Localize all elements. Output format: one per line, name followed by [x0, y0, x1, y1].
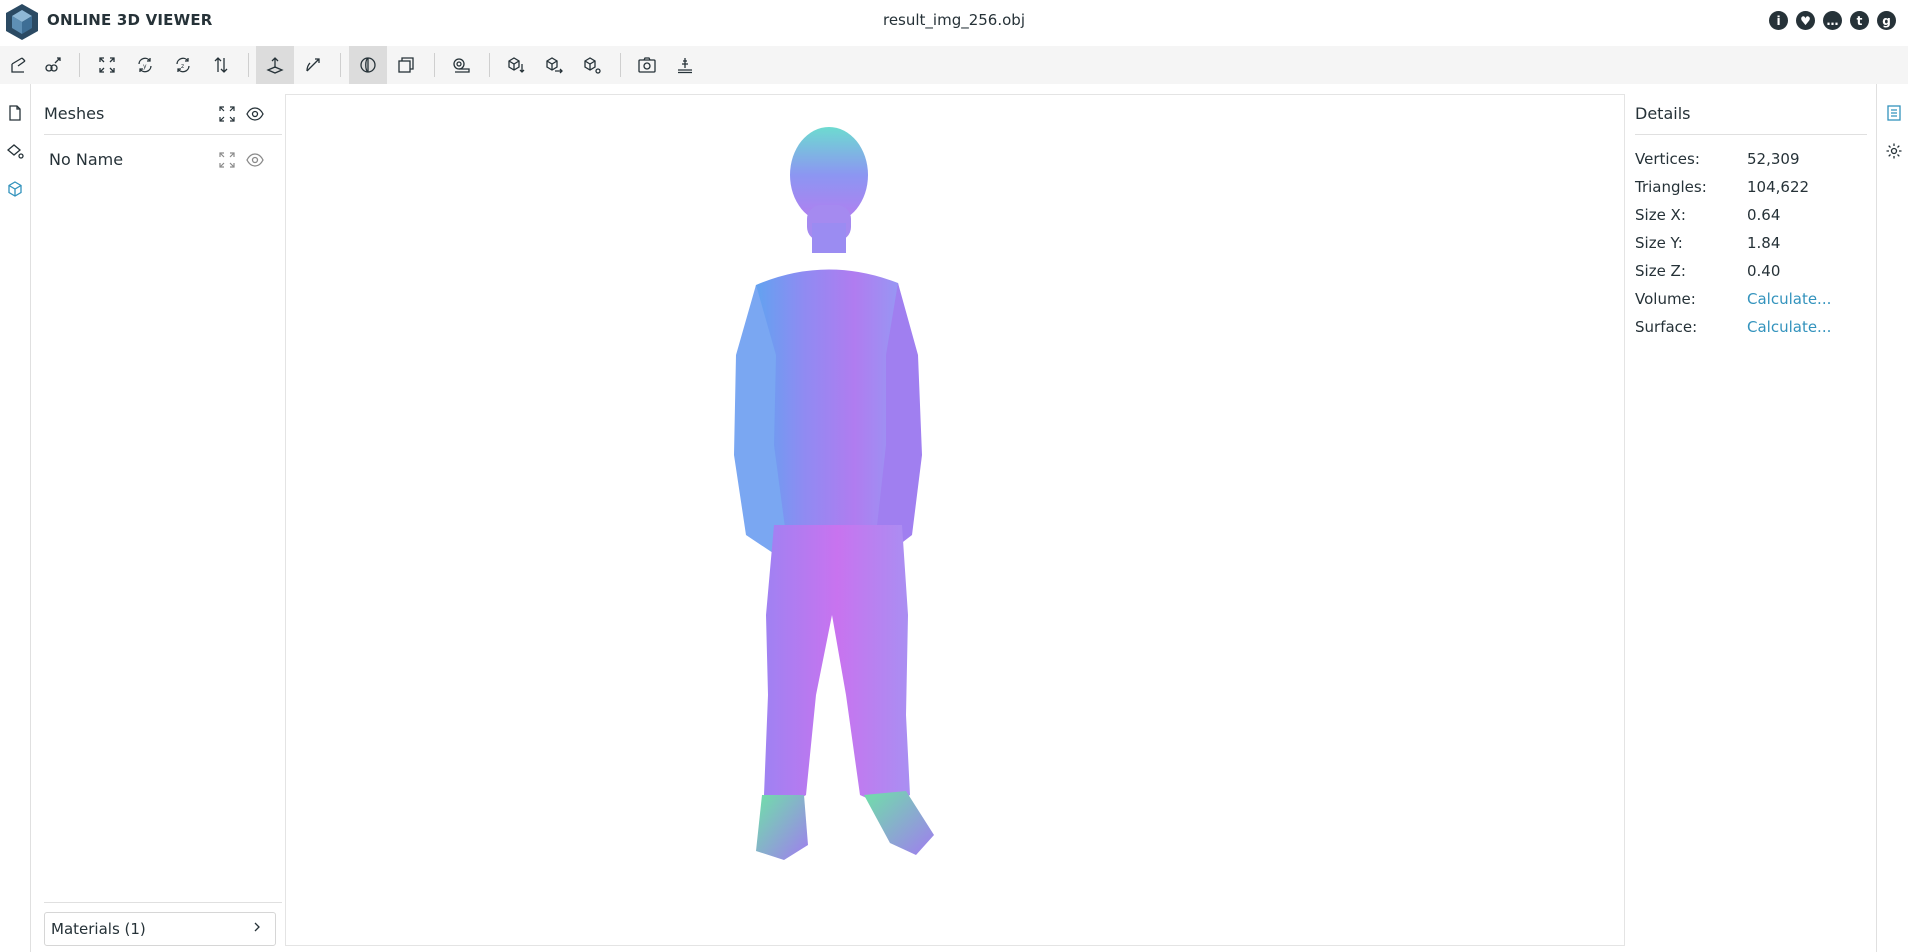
toggle-all-visibility-button[interactable] — [245, 104, 265, 124]
svg-text:z: z — [181, 63, 184, 70]
meshes-panel: Meshes No Name Materials (1) — [30, 84, 284, 952]
fit-meshes-button[interactable] — [217, 104, 237, 124]
export-icon — [546, 57, 563, 74]
detail-key: Size Z: — [1635, 262, 1686, 280]
rotate-z-button[interactable]: z — [164, 46, 202, 84]
measure-icon — [453, 58, 470, 73]
files-icon — [9, 105, 21, 121]
app-logo[interactable] — [4, 2, 40, 40]
eye-icon — [246, 153, 264, 167]
open-url-button[interactable] — [34, 46, 72, 84]
download-icon — [508, 57, 525, 73]
detail-value: 52,309 — [1747, 150, 1800, 168]
meshes-nav-button[interactable] — [4, 178, 26, 200]
measure-ruler-button[interactable] — [666, 46, 704, 84]
rotate-y-icon: y — [138, 57, 152, 73]
meshes-panel-title: Meshes — [44, 104, 105, 123]
orthographic-camera-button[interactable] — [387, 46, 425, 84]
fixed-up-vector-icon — [266, 57, 284, 74]
detail-key: Vertices: — [1635, 150, 1700, 168]
settings-icon — [1886, 143, 1902, 159]
open-file-button[interactable] — [0, 46, 38, 84]
mesh-name: No Name — [49, 150, 124, 169]
share-icon — [584, 57, 601, 74]
snapshot-button[interactable] — [628, 46, 666, 84]
measure-button[interactable] — [442, 46, 480, 84]
detail-value: 104,622 — [1747, 178, 1810, 196]
detail-key: Surface: — [1635, 318, 1698, 336]
share-button[interactable] — [573, 46, 611, 84]
detail-row-volume: Volume: Calculate... — [1635, 290, 1875, 310]
app-header: ONLINE 3D VIEWER result_img_256.obj i ♥ … — [0, 0, 1908, 46]
rotate-z-icon: z — [176, 57, 190, 73]
feedback-icon[interactable]: … — [1823, 11, 1842, 30]
mesh-visibility-button[interactable] — [245, 150, 265, 170]
export-button[interactable] — [535, 46, 573, 84]
detail-key: Size X: — [1635, 206, 1686, 224]
flip-axis-button[interactable] — [202, 46, 240, 84]
human-model-render — [734, 127, 934, 860]
left-nav — [0, 84, 31, 952]
fit-mesh-button[interactable] — [217, 150, 237, 170]
materials-icon — [6, 144, 24, 159]
calculate-surface-link[interactable]: Calculate... — [1747, 318, 1831, 336]
info-icon[interactable]: i — [1769, 11, 1788, 30]
fixed-up-vector-button[interactable] — [256, 46, 294, 84]
details-nav-button[interactable] — [1883, 102, 1905, 124]
snapshot-icon — [638, 57, 656, 73]
details-panel-title: Details — [1635, 104, 1691, 123]
details-icon — [1887, 105, 1901, 121]
open-url-icon — [45, 57, 61, 72]
eye-icon — [246, 107, 264, 121]
chevron-right-icon — [254, 922, 260, 932]
3d-viewport[interactable] — [285, 94, 1625, 946]
detail-row-vertices: Vertices: 52,309 — [1635, 150, 1875, 170]
open-file-icon — [11, 57, 26, 73]
fit-to-window-button[interactable] — [88, 46, 126, 84]
detail-row-size-x: Size X: 0.64 — [1635, 206, 1875, 226]
detail-value: 0.40 — [1747, 262, 1781, 280]
settings-nav-button[interactable] — [1883, 140, 1905, 162]
detail-row-surface: Surface: Calculate... — [1635, 318, 1875, 338]
detail-row-size-y: Size Y: 1.84 — [1635, 234, 1875, 254]
detail-value: 1.84 — [1747, 234, 1781, 252]
detail-key: Triangles: — [1635, 178, 1707, 196]
detail-value: 0.64 — [1747, 206, 1781, 224]
rotate-y-button[interactable]: y — [126, 46, 164, 84]
heart-icon[interactable]: ♥ — [1796, 11, 1815, 30]
app-title: ONLINE 3D VIEWER — [47, 11, 213, 29]
download-button[interactable] — [497, 46, 535, 84]
calculate-volume-link[interactable]: Calculate... — [1747, 290, 1831, 308]
materials-expander[interactable]: Materials (1) — [44, 912, 276, 946]
perspective-camera-button[interactable] — [349, 46, 387, 84]
measure-ruler-icon — [678, 58, 692, 74]
detail-row-triangles: Triangles: 104,622 — [1635, 178, 1875, 198]
detail-key: Volume: — [1635, 290, 1696, 308]
fit-to-window-icon — [99, 57, 115, 73]
details-panel: Details Vertices: 52,309 Triangles: 104,… — [1625, 84, 1873, 952]
twitter-icon[interactable]: t — [1850, 11, 1869, 30]
fit-to-window-icon — [219, 152, 235, 168]
orthographic-camera-icon — [398, 57, 414, 73]
flip-axis-icon — [214, 57, 228, 73]
meshes-icon — [8, 181, 22, 197]
perspective-camera-icon — [360, 57, 376, 73]
right-nav — [1876, 84, 1908, 952]
materials-nav-button[interactable] — [4, 140, 26, 162]
svg-text:y: y — [143, 63, 147, 70]
materials-label: Materials (1) — [51, 920, 146, 938]
file-name: result_img_256.obj — [882, 11, 1025, 29]
free-orbit-icon — [306, 58, 320, 72]
files-nav-button[interactable] — [4, 102, 26, 124]
toolbar: y z — [0, 46, 1908, 84]
detail-key: Size Y: — [1635, 234, 1683, 252]
free-orbit-button[interactable] — [294, 46, 332, 84]
github-icon[interactable]: g — [1877, 11, 1896, 30]
fit-to-window-icon — [219, 106, 235, 122]
detail-row-size-z: Size Z: 0.40 — [1635, 262, 1875, 282]
